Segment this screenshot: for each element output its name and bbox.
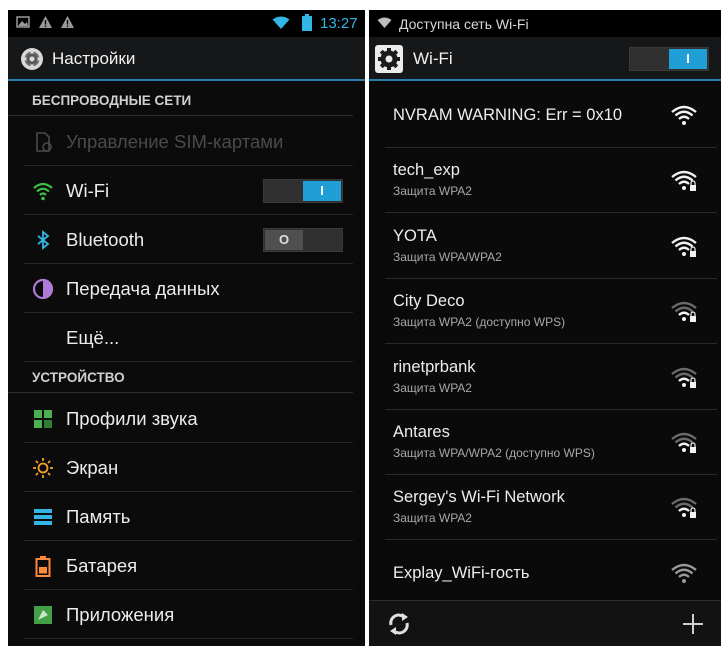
wifi-network-item[interactable]: City Deco Защита WPA2 (доступно WPS) [385, 279, 717, 345]
wifi-icon [377, 17, 392, 28]
network-security: Защита WPA2 [393, 511, 472, 526]
wifi-master-toggle[interactable]: I [629, 47, 709, 71]
network-name: NVRAM WARNING: Err = 0x10 [393, 106, 623, 124]
wifi-network-item[interactable]: tech_exp Защита WPA2 [385, 148, 717, 214]
network-name: rinetprbank [393, 357, 476, 376]
add-network-icon[interactable] [681, 612, 705, 636]
settings-icon[interactable] [20, 47, 44, 71]
wifi-signal-locked-icon [671, 498, 697, 519]
settings-item-display[interactable]: Экран [24, 443, 353, 492]
network-name: Antares [393, 423, 450, 441]
wifi-icon [33, 182, 53, 201]
wifi-signal-locked-icon [671, 432, 697, 453]
settings-item-label: Передача данных [66, 278, 220, 299]
apps-icon [34, 606, 52, 624]
settings-item-data-usage[interactable]: Передача данных [24, 264, 353, 313]
wifi-network-item[interactable]: Antares Защита WPA/WPA2 (доступно WPS) [385, 410, 717, 475]
image-icon [16, 16, 30, 28]
display-icon [33, 458, 53, 478]
toggle-knob: O [265, 230, 303, 250]
settings-item-apps[interactable]: Приложения [24, 590, 353, 639]
wifi-network-item[interactable]: NVRAM WARNING: Err = 0x10 [385, 83, 717, 148]
sim-card-icon [36, 132, 52, 152]
sound-profiles-icon [34, 410, 52, 428]
wifi-signal-icon [671, 105, 697, 125]
network-security: Защита WPA2 [393, 184, 472, 199]
settings-item-label: Управление SIM-картами [66, 131, 284, 152]
clock: 13:27 [320, 15, 358, 32]
wifi-screen: Доступна сеть Wi-Fi Wi-Fi I NVRAM WARNIN… [369, 10, 721, 646]
bluetooth-toggle[interactable]: O [263, 228, 343, 252]
battery-icon [35, 556, 51, 577]
wifi-signal-locked-icon [671, 171, 697, 192]
wifi-network-item[interactable]: Sergey's Wi-Fi Network Защита WPA2 [385, 475, 717, 541]
settings-screen: 13:27 Настройки БЕСПРОВОДНЫЕ СЕТИ Управл… [8, 10, 365, 646]
network-security: Защита WPA2 [393, 380, 472, 395]
bottom-action-bar [369, 600, 721, 646]
settings-item-more[interactable]: Ещё... [24, 313, 353, 362]
action-bar: Wi-Fi I [369, 37, 721, 81]
toggle-knob: I [303, 181, 341, 201]
storage-icon [34, 509, 52, 525]
settings-item-label: Память [66, 506, 131, 527]
settings-item-sound-profiles[interactable]: Профили звука [24, 394, 353, 443]
settings-item-label: Приложения [66, 604, 175, 625]
action-bar: Настройки [8, 37, 365, 81]
notification-text: Доступна сеть Wi-Fi [399, 16, 529, 32]
wifi-toggle[interactable]: I [263, 179, 343, 203]
toggle-knob: I [669, 49, 707, 69]
settings-icon[interactable] [375, 45, 403, 73]
wifi-network-item[interactable]: Explay_WiFi-гость [385, 541, 717, 606]
status-bar: 13:27 [8, 10, 365, 37]
network-security: Защита WPA2 (доступно WPS) [393, 315, 566, 330]
wifi-icon [272, 16, 290, 29]
settings-item-battery[interactable]: Батарея [24, 541, 353, 590]
network-name: tech_exp [393, 161, 460, 180]
warning-icon [61, 16, 74, 28]
settings-item-label: Wi-Fi [66, 180, 110, 201]
section-header-wireless: БЕСПРОВОДНЫЕ СЕТИ [8, 86, 353, 116]
section-header-device: УСТРОЙСТВО [8, 363, 353, 393]
bluetooth-icon [37, 230, 50, 250]
settings-item-label: Ещё... [66, 327, 120, 348]
status-bar: Доступна сеть Wi-Fi [369, 10, 721, 37]
wifi-signal-locked-icon [671, 236, 697, 257]
wifi-signal-locked-icon [671, 367, 697, 388]
settings-item-bluetooth[interactable]: Bluetooth O [24, 215, 353, 264]
wifi-signal-locked-icon [671, 301, 697, 323]
settings-item-label: Батарея [66, 555, 138, 576]
settings-item-wifi[interactable]: Wi-Fi I [24, 166, 353, 215]
wifi-network-item[interactable]: rinetprbank Защита WPA2 [385, 345, 717, 410]
network-name: Explay_WiFi-гость [393, 563, 530, 582]
settings-item-label: Профили звука [66, 408, 198, 429]
wifi-signal-icon [671, 563, 697, 583]
page-title: Wi-Fi [413, 49, 453, 68]
refresh-icon[interactable] [387, 612, 411, 636]
page-title: Настройки [52, 49, 136, 68]
network-name: Sergey's Wi-Fi Network [393, 488, 565, 507]
settings-item-label: Экран [66, 457, 119, 478]
settings-item-sim: Управление SIM-картами [24, 117, 353, 166]
battery-icon [302, 14, 312, 31]
data-usage-icon [32, 278, 54, 300]
network-name: City Deco [393, 292, 465, 311]
settings-item-storage[interactable]: Память [24, 492, 353, 541]
settings-item-label: Bluetooth [66, 229, 145, 250]
warning-icon [39, 16, 52, 28]
wifi-network-item[interactable]: YOTA Защита WPA/WPA2 [385, 214, 717, 279]
network-security: Защита WPA/WPA2 [393, 249, 502, 264]
network-security: Защита WPA/WPA2 (доступно WPS) [393, 446, 595, 460]
network-name: YOTA [393, 226, 437, 245]
